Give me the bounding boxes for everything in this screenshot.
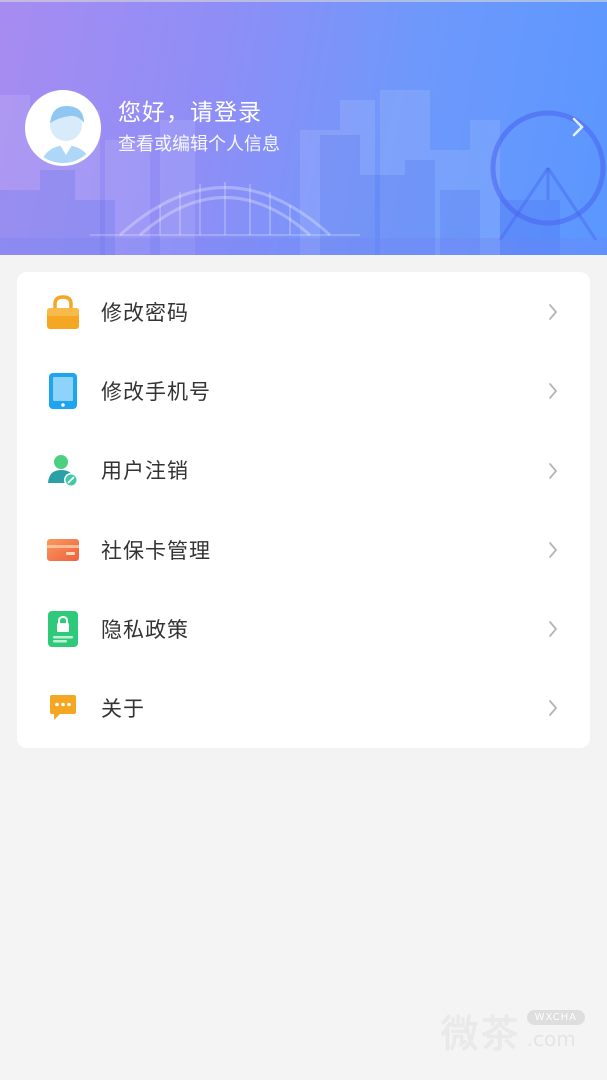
user-cancel-icon — [45, 452, 81, 488]
lock-icon — [45, 294, 81, 330]
chevron-right-icon — [549, 304, 558, 320]
watermark-badge: WXCHA — [526, 1010, 585, 1025]
chevron-right-icon — [549, 383, 558, 400]
chevron-right-icon — [549, 541, 558, 558]
menu-item-about[interactable]: 关于 — [17, 668, 590, 747]
login-greeting: 您好，请登录 — [118, 100, 262, 126]
chevron-right-icon — [549, 700, 558, 717]
chat-icon — [45, 690, 81, 726]
profile-subtext: 查看或编辑个人信息 — [118, 134, 280, 155]
default-avatar-icon — [28, 93, 98, 163]
chevron-right-icon — [549, 621, 558, 638]
avatar — [25, 90, 101, 166]
menu-label: 用户注销 — [101, 459, 189, 484]
menu-label: 修改手机号 — [101, 379, 211, 404]
login-prompt[interactable]: 您好，请登录 查看或编辑个人信息 — [25, 90, 585, 166]
menu-item-change-phone[interactable]: 修改手机号 — [17, 351, 590, 430]
settings-menu-card: 修改密码 修改手机号 用户注销 社保卡管理 隐私政策 关于 — [17, 272, 590, 748]
chevron-right-icon — [549, 462, 558, 479]
menu-item-change-password[interactable]: 修改密码 — [17, 272, 590, 351]
watermark: 微茶 WXCHA .com — [441, 1003, 585, 1058]
menu-item-user-deregister[interactable]: 用户注销 — [17, 431, 590, 510]
menu-item-privacy-policy[interactable]: 隐私政策 — [17, 589, 590, 668]
menu-label: 社保卡管理 — [101, 538, 211, 563]
watermark-suffix: .com — [526, 1027, 576, 1051]
menu-label: 修改密码 — [101, 300, 189, 325]
watermark-main: 微茶 — [440, 1012, 521, 1056]
privacy-icon — [45, 610, 81, 647]
card-icon — [45, 532, 81, 568]
profile-header: 您好，请登录 查看或编辑个人信息 — [0, 0, 607, 255]
menu-label: 关于 — [101, 697, 145, 722]
screen: 您好，请登录 查看或编辑个人信息 修改密码 修改手机号 用户注销 社保卡管理 隐… — [0, 0, 607, 1080]
menu-item-social-security-card[interactable]: 社保卡管理 — [17, 510, 590, 589]
phone-icon — [45, 372, 81, 409]
menu-label: 隐私政策 — [101, 617, 189, 642]
chevron-right-icon — [572, 117, 584, 137]
